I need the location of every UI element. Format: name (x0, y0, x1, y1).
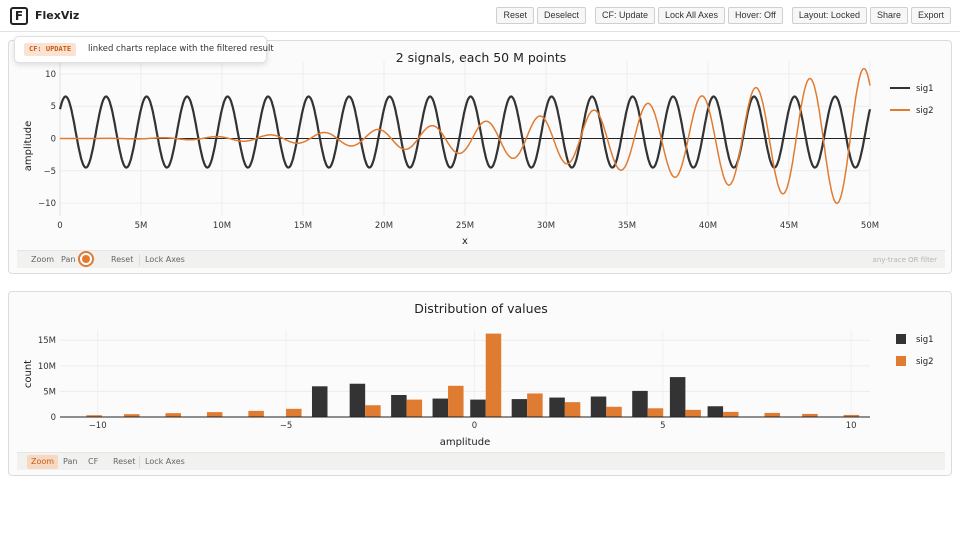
bar-sig1 (470, 399, 486, 417)
y-tick-label: 0 (51, 413, 56, 423)
line-chart-panel: 2 signals, each 50 M points 0 5M 10M 15M 20M 2… (8, 40, 952, 274)
bar-sig2 (527, 393, 543, 417)
zoom-button[interactable]: Zoom (27, 455, 59, 469)
pan-button[interactable]: Pan (57, 253, 79, 267)
filter-mode-note: any-trace OR filter (872, 256, 937, 264)
legend-swatch-sig2 (896, 356, 906, 366)
x-tick-label: 15M (294, 221, 312, 231)
tooltip-text: linked charts replace with the filtered … (88, 44, 274, 54)
bar-sig1 (391, 394, 407, 417)
bar-sig1 (669, 377, 686, 417)
legend-label-sig2: sig2 (916, 357, 934, 367)
x-tick-label: 20M (375, 221, 393, 231)
bar-sig1 (549, 397, 565, 417)
bar-sig2 (248, 410, 264, 417)
reset-view-button[interactable]: Reset (107, 253, 137, 267)
lock-all-axes-button[interactable]: Lock All Axes (658, 7, 726, 24)
bar-sig2 (647, 408, 664, 417)
bar-sig2 (448, 385, 464, 417)
deselect-button[interactable]: Deselect (536, 7, 586, 24)
bar-sig2 (365, 405, 381, 417)
y-tick-label: 10 (45, 70, 56, 80)
y-tick-label: −5 (43, 167, 56, 177)
histogram-controls: Zoom Pan CF Reset Lock Axes (17, 452, 945, 470)
x-tick-label: 0 (472, 421, 477, 431)
bar-sig2 (165, 413, 181, 417)
histogram-panel: Distribution of values 0 5M 10M 15M −10 −5 0 5 10… (8, 291, 952, 476)
legend-label-sig2: sig2 (916, 106, 934, 116)
y-tick-label: 5M (43, 387, 56, 397)
line-chart[interactable]: 2 signals, each 50 M points 0 5M 10M 15M 20M 2… (9, 41, 953, 275)
x-tick-label: −5 (280, 421, 293, 431)
y-tick-label: 0 (51, 135, 56, 145)
y-tick-label: −10 (38, 199, 56, 209)
toolbar: Reset Deselect CF: Update Lock All Axes … (496, 7, 951, 24)
hover-toggle-button[interactable]: Hover: Off (728, 7, 783, 24)
chart-title: Distribution of values (414, 301, 548, 316)
line-chart-controls: Zoom Pan Reset Lock Axes any-trace OR fi… (17, 250, 945, 268)
chart-title: 2 signals, each 50 M points (396, 50, 567, 65)
bar-sig2 (286, 408, 302, 417)
bar-sig2 (606, 406, 622, 417)
bar-sig1 (590, 396, 607, 417)
toolbar-spacer (589, 7, 592, 24)
x-tick-label: 0 (57, 221, 62, 231)
x-tick-label: 10 (846, 421, 857, 431)
reset-button[interactable]: Reset (496, 7, 534, 24)
x-tick-label: 45M (780, 221, 798, 231)
x-axis-label: amplitude (440, 437, 491, 448)
bar-sig2 (685, 409, 701, 417)
toolbar-spacer (786, 7, 789, 24)
bar-sig1 (707, 406, 724, 417)
bar-sig1 (349, 383, 366, 417)
pan-button[interactable]: Pan (59, 455, 81, 469)
bar-sig2 (764, 412, 781, 417)
y-axis-label: count (23, 360, 34, 388)
app-logo: F (10, 7, 28, 25)
bar-sig2 (206, 412, 223, 417)
x-axis-label: x (462, 236, 468, 247)
cf-mode-tooltip: CF: UPDATE linked charts replace with th… (14, 36, 274, 63)
layout-lock-button[interactable]: Layout: Locked (791, 7, 867, 24)
legend-label-sig1: sig1 (916, 84, 934, 94)
zoom-button[interactable]: Zoom (27, 253, 58, 267)
cf-button[interactable]: CF (84, 455, 102, 469)
share-button[interactable]: Share (869, 7, 908, 24)
bar-sig1 (511, 399, 528, 417)
bar-sig2 (723, 411, 739, 417)
bar-sig1 (432, 398, 449, 417)
y-axis-label: amplitude (23, 121, 34, 172)
x-tick-label: 5 (660, 421, 665, 431)
top-bar: F FlexViz Reset Deselect CF: Update Lock… (0, 0, 960, 32)
x-tick-label: 10M (213, 221, 231, 231)
histogram-chart[interactable]: Distribution of values 0 5M 10M 15M −10 −5 0 5 10… (9, 292, 953, 477)
cf-mode-button[interactable]: CF: Update (594, 7, 656, 24)
y-tick-label: 15M (38, 336, 56, 346)
x-tick-label: 30M (537, 221, 555, 231)
export-button[interactable]: Export (910, 7, 951, 24)
legend-swatch-sig1 (896, 334, 906, 344)
x-tick-label: 40M (699, 221, 717, 231)
bar-sig2 (485, 333, 502, 417)
reset-view-button[interactable]: Reset (109, 455, 139, 469)
lock-axes-button[interactable]: Lock Axes (141, 455, 189, 469)
x-tick-label: 5M (135, 221, 148, 231)
app-name: FlexViz (35, 9, 80, 22)
bar-sig1 (632, 390, 648, 417)
bar-sig2 (406, 399, 423, 417)
x-tick-label: −10 (89, 421, 107, 431)
divider (139, 254, 140, 266)
bar-sig1 (311, 386, 328, 417)
y-tick-label: 5 (51, 102, 56, 112)
x-tick-label: 50M (861, 221, 879, 231)
legend-label-sig1: sig1 (916, 335, 934, 345)
divider (139, 456, 140, 468)
mouse-cursor-indicator (78, 251, 94, 267)
bar-sig2 (564, 402, 581, 417)
x-tick-label: 35M (618, 221, 636, 231)
cf-mode-badge: CF: UPDATE (24, 43, 77, 56)
lock-axes-button[interactable]: Lock Axes (141, 253, 189, 267)
y-tick-label: 10M (38, 362, 56, 372)
x-tick-label: 25M (456, 221, 474, 231)
